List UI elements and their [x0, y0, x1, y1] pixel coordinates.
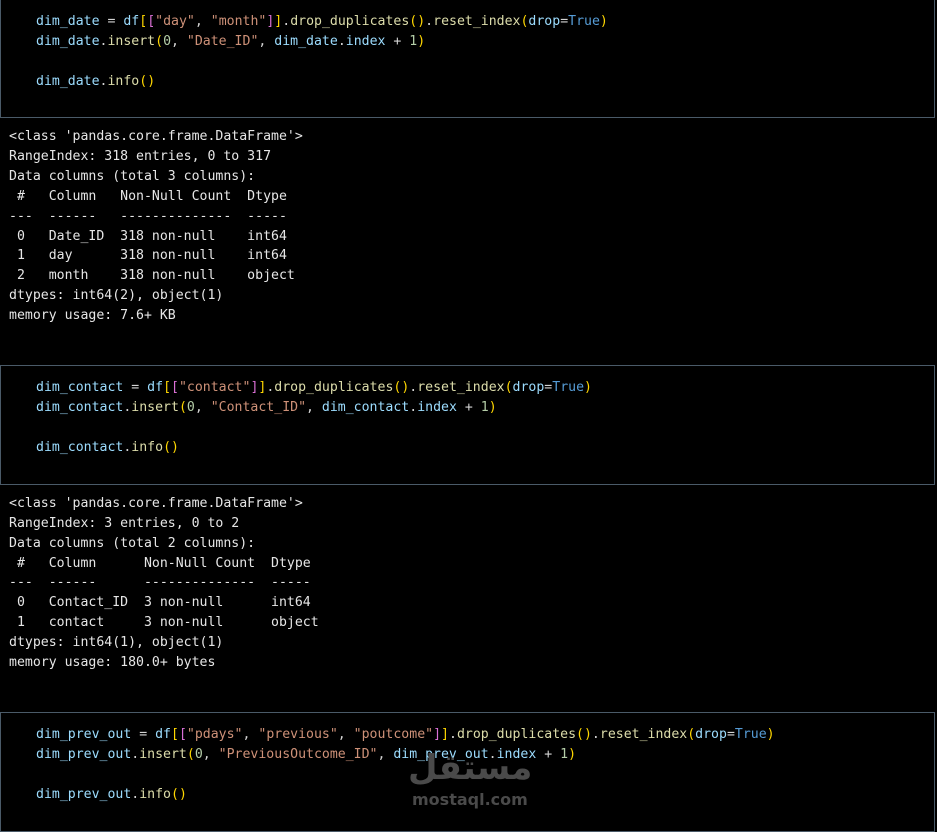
- output-line: --- ------ -------------- -----: [9, 209, 295, 224]
- output-line: 2 month 318 non-null object: [9, 268, 295, 283]
- output-line: memory usage: 7.6+ KB: [9, 308, 176, 323]
- output-line: <class 'pandas.core.frame.DataFrame'>: [9, 496, 303, 511]
- output-line: # Column Non-Null Count Dtype: [9, 556, 319, 571]
- output-line: 0 Contact_ID 3 non-null int64: [9, 595, 319, 610]
- mostaql-watermark: مستقل mostaql.com: [404, 748, 532, 816]
- output-line: # Column Non-Null Count Dtype: [9, 189, 295, 204]
- code-line[interactable]: dim_date.insert(0, "Date_ID", dim_date.i…: [36, 32, 425, 52]
- output-line: 1 contact 3 non-null object: [9, 615, 319, 630]
- watermark-arabic: مستقل: [408, 748, 533, 788]
- output-line: <class 'pandas.core.frame.DataFrame'>: [9, 129, 303, 144]
- output-line: 0 Date_ID 318 non-null int64: [9, 229, 295, 244]
- output-line: dtypes: int64(1), object(1): [9, 635, 224, 650]
- code-line[interactable]: dim_date.info(): [36, 72, 155, 92]
- code-line[interactable]: dim_prev_out = df[["pdays", "previous", …: [36, 725, 775, 745]
- output-line: Data columns (total 3 columns):: [9, 169, 256, 184]
- code-line[interactable]: dim_prev_out.info(): [36, 785, 187, 805]
- output-line: 1 day 318 non-null int64: [9, 248, 295, 263]
- code-line[interactable]: dim_contact = df[["contact"]].drop_dupli…: [36, 378, 592, 398]
- output-line: memory usage: 180.0+ bytes: [9, 655, 216, 670]
- output-line: dtypes: int64(2), object(1): [9, 288, 224, 303]
- output-line: Data columns (total 2 columns):: [9, 536, 256, 551]
- output-line: --- ------ -------------- -----: [9, 575, 319, 590]
- code-line[interactable]: dim_date = df[["day", "month"]].drop_dup…: [36, 12, 608, 32]
- code-line[interactable]: dim_contact.insert(0, "Contact_ID", dim_…: [36, 398, 497, 418]
- output-line: RangeIndex: 318 entries, 0 to 317: [9, 149, 272, 164]
- watermark-latin: mostaql.com: [412, 790, 528, 809]
- code-line[interactable]: dim_contact.info(): [36, 438, 179, 458]
- output-line: RangeIndex: 3 entries, 0 to 2: [9, 516, 240, 531]
